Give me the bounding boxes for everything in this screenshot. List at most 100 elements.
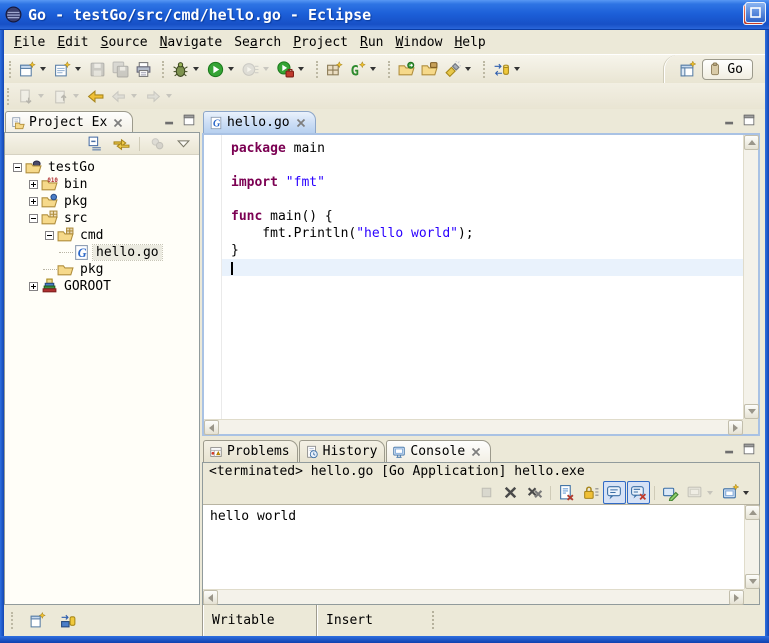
new-go-file-button[interactable] bbox=[51, 58, 86, 81]
code-line[interactable]: fmt.Println("hello world"); bbox=[204, 225, 743, 242]
scroll-left-icon[interactable] bbox=[204, 420, 219, 435]
display-console-button-dropdown-icon[interactable] bbox=[707, 491, 713, 495]
previous-annotation-button[interactable] bbox=[49, 85, 84, 108]
tree-item-bin[interactable]: 010bin bbox=[5, 176, 199, 193]
maximize-button[interactable] bbox=[745, 2, 766, 23]
previous-annotation-button-dropdown-icon[interactable] bbox=[73, 94, 79, 98]
expand-icon[interactable] bbox=[29, 180, 38, 189]
external-tools-button-dropdown-icon[interactable] bbox=[298, 67, 304, 71]
collapse-all-button[interactable] bbox=[84, 132, 107, 155]
show-stderr-button[interactable] bbox=[627, 481, 650, 504]
open-perspective-icon[interactable] bbox=[679, 61, 696, 78]
scroll-up-icon[interactable] bbox=[744, 135, 759, 150]
pin-console-button[interactable] bbox=[659, 481, 682, 504]
run-history-button[interactable] bbox=[239, 58, 274, 81]
save-button[interactable] bbox=[86, 58, 109, 81]
console-output[interactable]: hello world bbox=[203, 504, 759, 604]
collapse-icon[interactable] bbox=[13, 163, 22, 172]
search-button-dropdown-icon[interactable] bbox=[465, 67, 471, 71]
clear-console-button[interactable] bbox=[555, 481, 578, 504]
minimize-view-button[interactable] bbox=[162, 112, 178, 127]
print-button[interactable] bbox=[132, 58, 155, 81]
editor-body[interactable]: package mainimport "fmt"func main() { fm… bbox=[202, 133, 760, 436]
menu-source[interactable]: Source bbox=[95, 33, 154, 52]
maximize-console-button[interactable] bbox=[741, 441, 757, 456]
tree-item-pkg[interactable]: pkg bbox=[5, 193, 199, 210]
menu-help[interactable]: Help bbox=[448, 33, 491, 52]
working-sets-button[interactable] bbox=[146, 132, 169, 155]
remove-launch-button[interactable] bbox=[499, 481, 522, 504]
console-vertical-scrollbar[interactable] bbox=[744, 505, 759, 589]
menu-edit[interactable]: Edit bbox=[51, 33, 94, 52]
new-wizard-button-dropdown-icon[interactable] bbox=[40, 67, 46, 71]
new-project-button[interactable] bbox=[323, 58, 346, 81]
toolbar-grip[interactable] bbox=[483, 61, 485, 78]
terminate-button[interactable] bbox=[475, 481, 498, 504]
scroll-right-icon[interactable] bbox=[728, 420, 743, 435]
code-line-cursor[interactable] bbox=[204, 259, 743, 276]
menu-window[interactable]: Window bbox=[389, 33, 448, 52]
tree-item-cmd[interactable]: cmd bbox=[5, 227, 199, 244]
show-stdout-button[interactable] bbox=[603, 481, 626, 504]
scroll-down-icon[interactable] bbox=[744, 404, 759, 419]
fast-view-button[interactable] bbox=[26, 609, 49, 632]
minimize-editor-button[interactable] bbox=[722, 112, 738, 127]
collapse-icon[interactable] bbox=[29, 214, 38, 223]
display-console-button[interactable] bbox=[683, 481, 718, 504]
code-line[interactable]: } bbox=[204, 242, 743, 259]
forward-button-dropdown-icon[interactable] bbox=[166, 94, 172, 98]
search-button[interactable] bbox=[441, 58, 476, 81]
tab-problems[interactable]: Problems bbox=[203, 440, 298, 462]
tab-history[interactable]: History bbox=[299, 440, 386, 462]
maximize-editor-button[interactable] bbox=[741, 112, 757, 127]
tab-project-explorer[interactable]: Project Ex bbox=[5, 111, 133, 133]
back-button[interactable] bbox=[107, 85, 142, 108]
toolbar-grip[interactable] bbox=[162, 61, 164, 78]
external-tools-button[interactable] bbox=[274, 58, 309, 81]
toolbar-grip[interactable] bbox=[7, 88, 9, 105]
next-annotation-button-dropdown-icon[interactable] bbox=[38, 94, 44, 98]
open-console-button-dropdown-icon[interactable] bbox=[743, 491, 749, 495]
menu-navigate[interactable]: Navigate bbox=[154, 33, 229, 52]
editor-vertical-scrollbar[interactable] bbox=[743, 135, 758, 419]
scroll-lock-button[interactable] bbox=[579, 481, 602, 504]
next-annotation-button[interactable] bbox=[14, 85, 49, 108]
code-area[interactable]: package mainimport "fmt"func main() { fm… bbox=[204, 135, 743, 419]
annotation-button[interactable] bbox=[490, 58, 525, 81]
console-horizontal-scrollbar[interactable] bbox=[203, 589, 744, 604]
close-editor-icon[interactable] bbox=[294, 116, 308, 130]
run-button[interactable] bbox=[204, 58, 239, 81]
toolbar-grip[interactable] bbox=[316, 61, 318, 78]
tree-item-hello-go[interactable]: Ghello.go bbox=[5, 244, 199, 261]
scroll-up-icon[interactable] bbox=[745, 505, 760, 520]
tree-item-pkg[interactable]: pkg bbox=[5, 261, 199, 278]
toolbar-grip[interactable] bbox=[388, 61, 390, 78]
close-view-icon[interactable] bbox=[111, 116, 125, 130]
run-history-button-dropdown-icon[interactable] bbox=[263, 67, 269, 71]
scroll-left-icon[interactable] bbox=[203, 590, 218, 605]
new-wizard-button[interactable] bbox=[16, 58, 51, 81]
toolbar-grip[interactable] bbox=[9, 61, 11, 78]
annotation-button-dropdown-icon[interactable] bbox=[514, 67, 520, 71]
tree-item-testGo[interactable]: testGo bbox=[5, 159, 199, 176]
link-with-editor-button[interactable] bbox=[110, 132, 133, 155]
forward-button[interactable] bbox=[142, 85, 177, 108]
menu-search[interactable]: Search bbox=[228, 33, 287, 52]
new-go-element-button-dropdown-icon[interactable] bbox=[370, 67, 376, 71]
minimize-console-button[interactable] bbox=[722, 441, 738, 456]
code-line[interactable] bbox=[204, 191, 743, 208]
save-all-button[interactable] bbox=[109, 58, 132, 81]
code-line[interactable]: import "fmt" bbox=[204, 174, 743, 191]
expand-icon[interactable] bbox=[29, 197, 38, 206]
tab-hello-go[interactable]: G hello.go bbox=[203, 111, 316, 133]
tab-console[interactable]: Console bbox=[386, 440, 491, 462]
tree-item-src[interactable]: src bbox=[5, 210, 199, 227]
open-console-button[interactable] bbox=[719, 481, 754, 504]
new-go-element-button[interactable]: G bbox=[346, 58, 381, 81]
scroll-down-icon[interactable] bbox=[745, 574, 760, 589]
new-go-file-button-dropdown-icon[interactable] bbox=[75, 67, 81, 71]
back-button-dropdown-icon[interactable] bbox=[131, 94, 137, 98]
last-edit-location-button[interactable] bbox=[84, 85, 107, 108]
menu-file[interactable]: File bbox=[8, 33, 51, 52]
maximize-view-button[interactable] bbox=[181, 112, 197, 127]
